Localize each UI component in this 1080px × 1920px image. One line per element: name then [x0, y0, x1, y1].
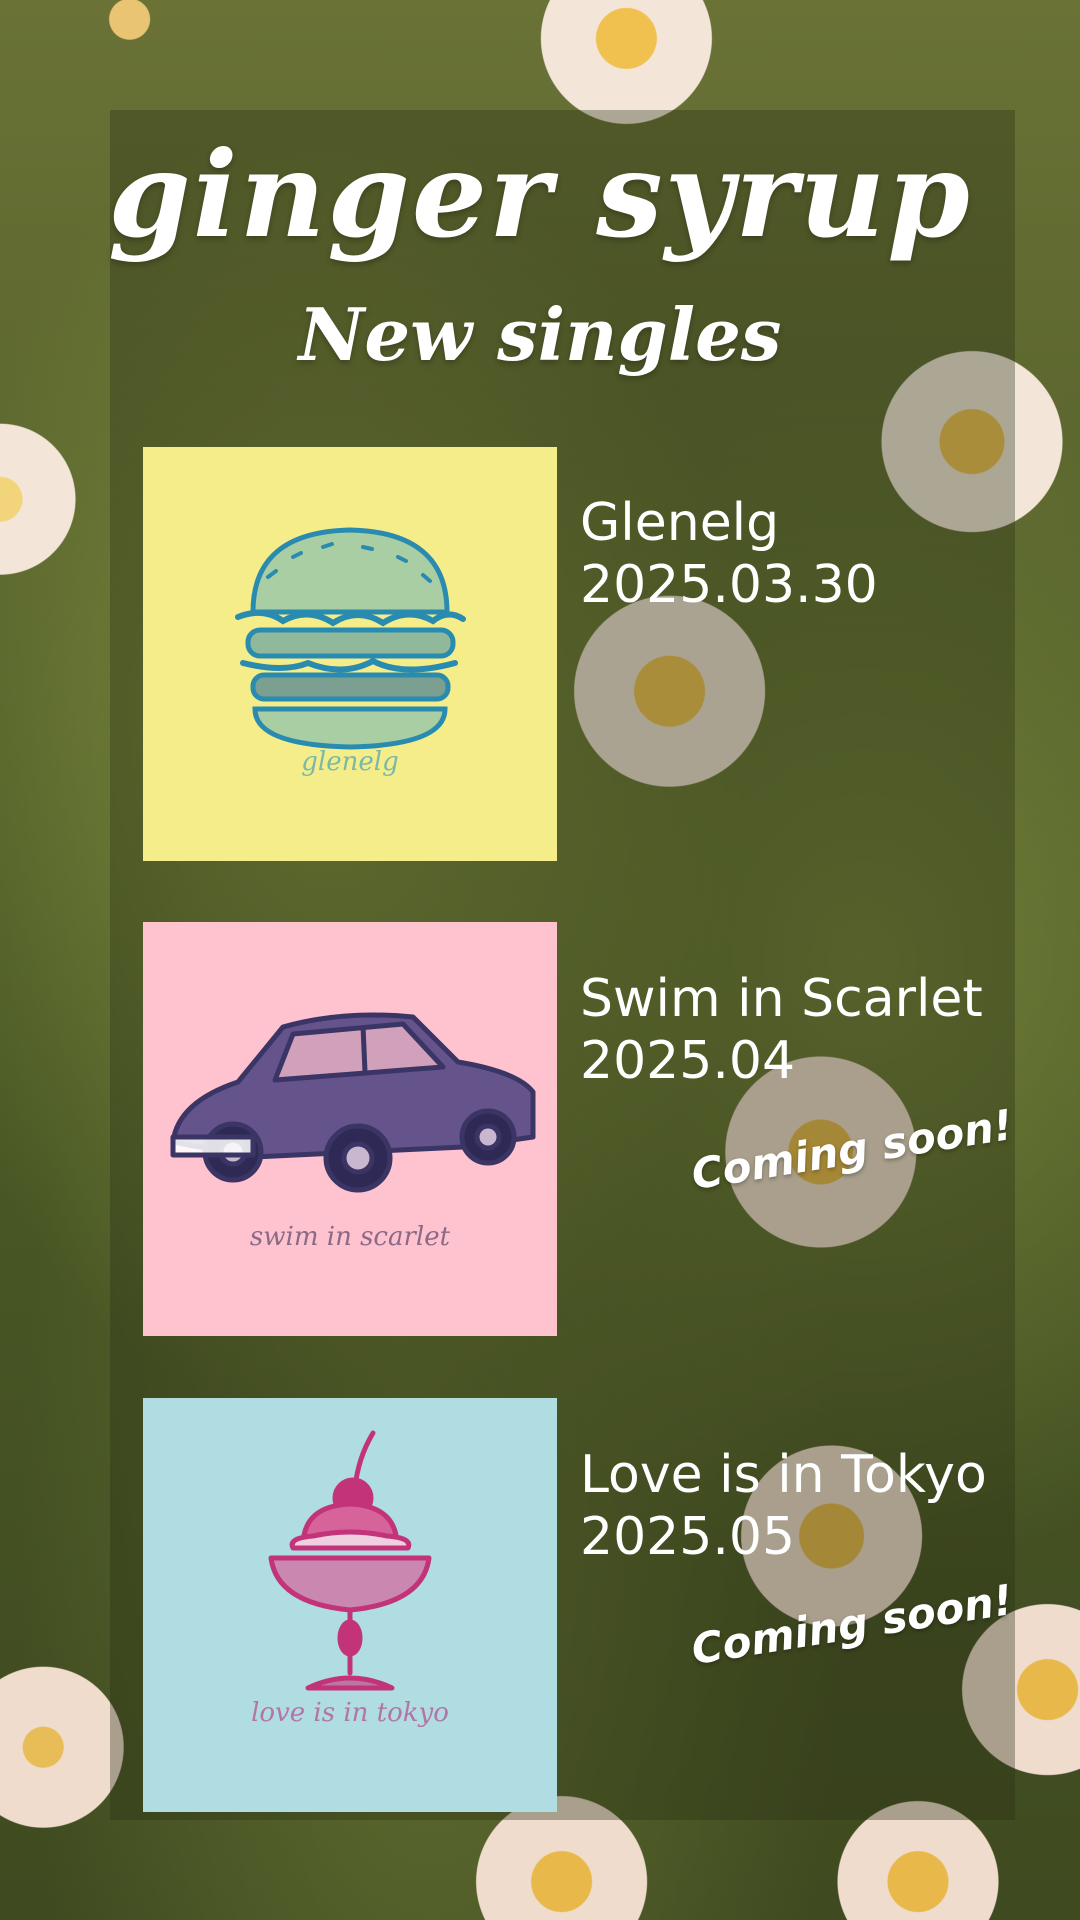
hamburger-icon	[235, 527, 466, 750]
release-date: 2025.04	[580, 1031, 796, 1091]
cover-label-glenelg: glenelg	[301, 747, 399, 777]
cover-glenelg[interactable]: glenelg	[143, 447, 557, 861]
single-info-glenelg: Glenelg 2025.03.30	[580, 492, 878, 616]
single-info-love-is-in-tokyo: Love is in Tokyo 2025.05	[580, 1444, 987, 1568]
single-title: Swim in Scarlet	[580, 969, 983, 1029]
page-subtitle: New singles	[298, 292, 782, 377]
vintage-car-icon	[170, 1012, 536, 1193]
cover-love-is-in-tokyo[interactable]: love is in tokyo	[143, 1398, 557, 1812]
single-title: Glenelg	[580, 493, 780, 553]
cover-label-swim-in-scarlet: swim in scarlet	[249, 1222, 451, 1252]
single-title: Love is in Tokyo	[580, 1445, 987, 1505]
release-date: 2025.03.30	[580, 555, 878, 615]
artist-name: ginger syrup	[108, 125, 972, 264]
single-info-swim-in-scarlet: Swim in Scarlet 2025.04	[580, 968, 983, 1092]
release-date: 2025.05	[580, 1507, 796, 1567]
cover-label-love-is-in-tokyo: love is in tokyo	[251, 1698, 449, 1728]
pudding-sundae-icon	[268, 1430, 432, 1691]
cover-swim-in-scarlet[interactable]: swim in scarlet	[143, 922, 557, 1336]
